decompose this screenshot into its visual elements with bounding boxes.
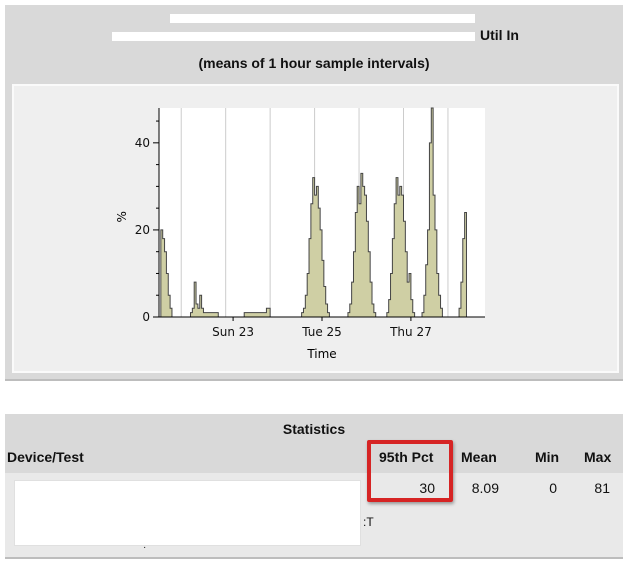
- redacted-title-line-1: [170, 14, 475, 23]
- y-tick-label: 20: [135, 223, 150, 237]
- statistics-title: Statistics: [282, 421, 346, 437]
- x-tick-label: Tue 25: [301, 325, 342, 339]
- y-axis-label: %: [115, 211, 129, 222]
- y-tick-label: 0: [142, 310, 150, 324]
- device-name-fragment: :T: [363, 515, 374, 529]
- y-tick-label: 40: [135, 136, 150, 150]
- x-axis-label: Time: [306, 347, 336, 361]
- col-header-max: Max: [584, 449, 612, 465]
- x-tick-label: Sun 23: [212, 325, 254, 339]
- cell-mean: 8.09: [471, 480, 499, 496]
- redacted-title-line-2: [112, 32, 475, 41]
- chart-frame: 0 20 40 Sun 23 Tue 25 Thu 27 % Time: [12, 84, 619, 373]
- col-header-mean: Mean: [461, 449, 497, 465]
- chart-panel: Util In (means of 1 hour sample interval…: [5, 5, 623, 381]
- redacted-device-name: [14, 480, 361, 546]
- cell-max: 81: [594, 480, 610, 496]
- col-header-device: Device/Test: [7, 449, 84, 465]
- chart-title-suffix: Util In: [480, 27, 519, 43]
- utilization-chart: 0 20 40 Sun 23 Tue 25 Thu 27 % Time: [115, 107, 485, 361]
- chart-subtitle: (means of 1 hour sample intervals): [198, 55, 430, 71]
- x-tick-label: Thu 27: [389, 325, 432, 339]
- statistics-panel: Statistics Device/Test 95th Pct Mean Min…: [5, 414, 623, 559]
- highlight-box-95th-pct: [367, 440, 453, 502]
- col-header-min: Min: [535, 449, 560, 465]
- device-name-dot: ·: [143, 542, 147, 553]
- cell-min: 0: [549, 480, 557, 496]
